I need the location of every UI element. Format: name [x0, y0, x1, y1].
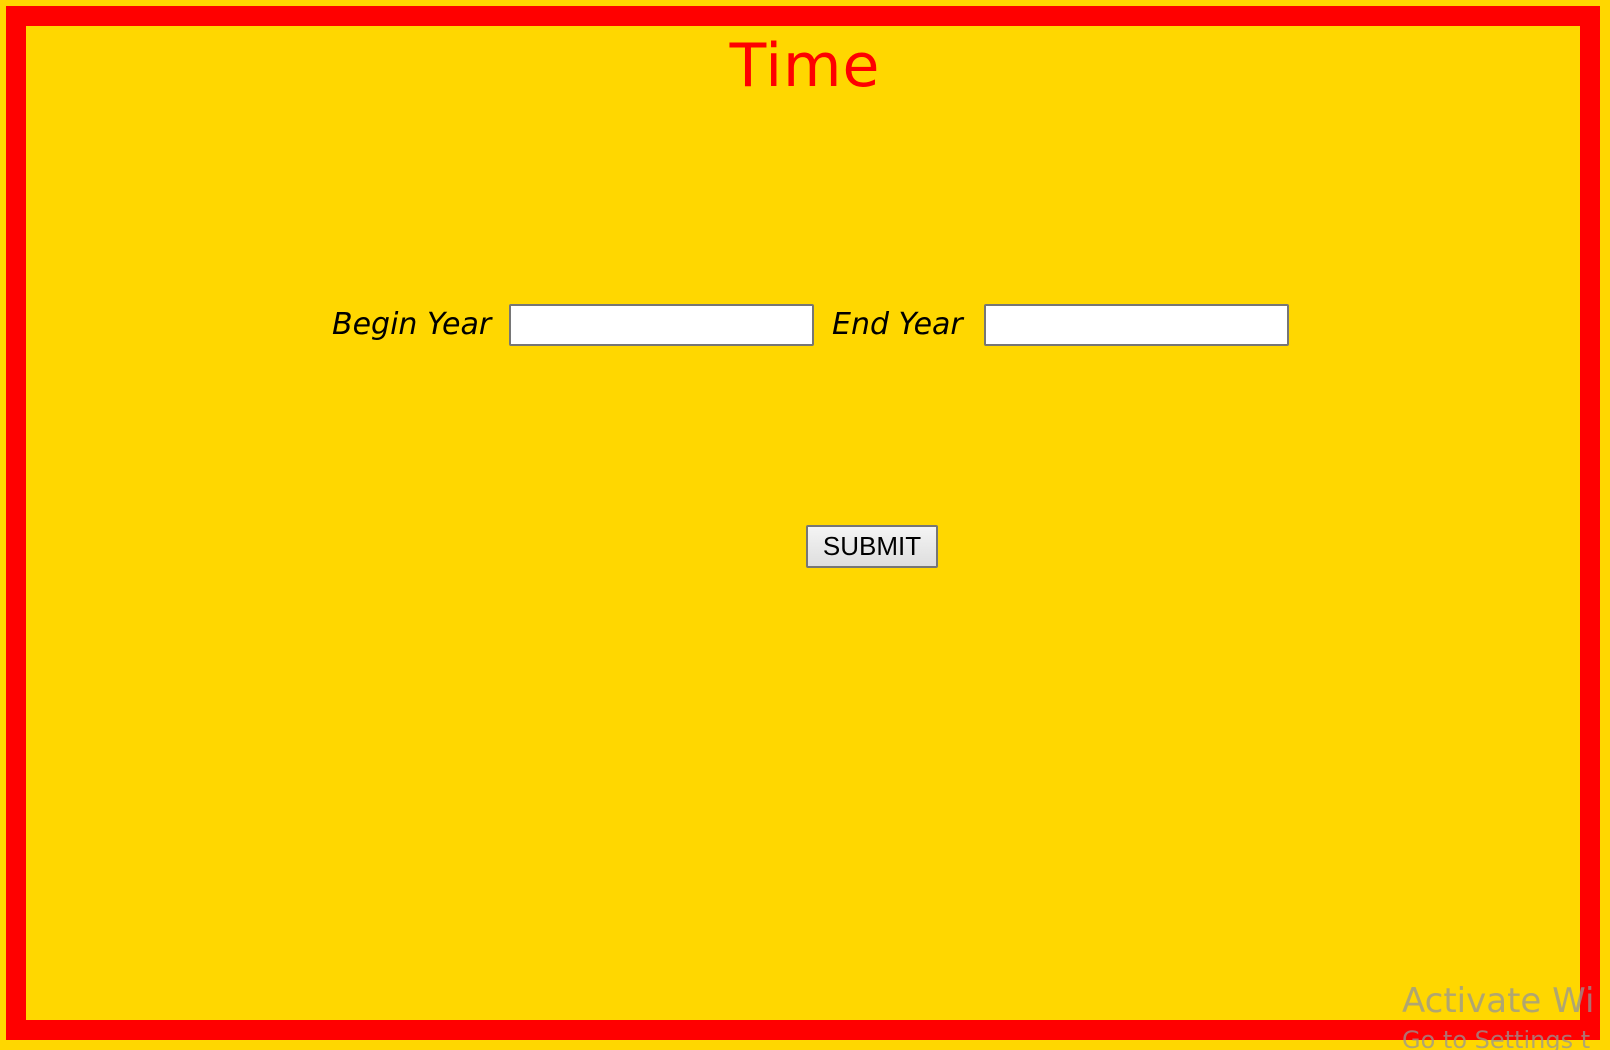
page-frame [6, 6, 1600, 1040]
end-year-label: End Year [832, 307, 963, 342]
submit-button[interactable]: SUBMIT [806, 525, 938, 568]
activation-watermark: Activate Wi [1402, 981, 1595, 1021]
end-year-input[interactable] [984, 304, 1289, 346]
begin-year-input[interactable] [509, 304, 814, 346]
begin-year-label: Begin Year [332, 307, 492, 342]
page-title: Time [729, 31, 881, 101]
activation-watermark-sub: Go to Settings t [1402, 1030, 1591, 1050]
